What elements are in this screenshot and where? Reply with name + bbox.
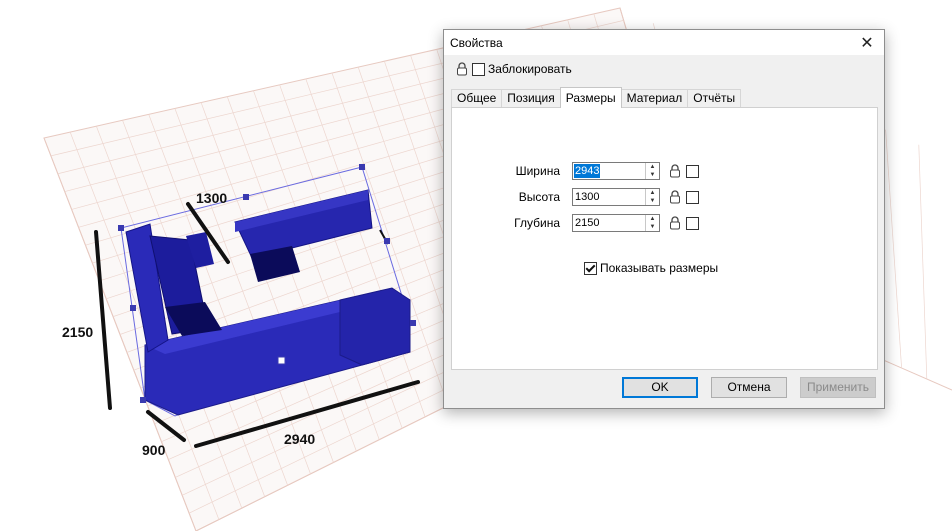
ok-button[interactable]: OK	[622, 377, 698, 398]
height-spin-arrows[interactable]: ▲ ▼	[645, 189, 659, 205]
show-dimensions-row: Показывать размеры	[584, 261, 718, 275]
cancel-button[interactable]: Отмена	[711, 377, 787, 398]
tab-material[interactable]: Материал	[620, 89, 689, 107]
lock-label: Заблокировать	[488, 62, 572, 76]
width-row: Ширина 2943 ▲ ▼	[512, 161, 699, 181]
lock-icon	[457, 62, 467, 76]
spin-up-icon[interactable]: ▲	[646, 189, 659, 197]
show-dimensions-checkbox[interactable]	[584, 261, 597, 275]
spin-up-icon[interactable]: ▲	[646, 215, 659, 223]
spin-down-icon[interactable]: ▼	[646, 197, 659, 205]
dimension-label-depth-top: 1300	[196, 190, 227, 206]
show-dimensions-label: Показывать размеры	[600, 261, 719, 275]
spin-up-icon[interactable]: ▲	[646, 163, 659, 171]
tab-dimensions[interactable]: Размеры	[559, 87, 622, 108]
lock-checkbox[interactable]	[472, 62, 485, 76]
depth-spinbox[interactable]: 2150 ▲ ▼	[572, 214, 660, 232]
lock-icon	[670, 190, 680, 204]
spin-down-icon[interactable]: ▼	[646, 171, 659, 179]
depth-spin-arrows[interactable]: ▲ ▼	[645, 215, 659, 231]
width-label: Ширина	[515, 164, 560, 178]
depth-label: Глубина	[514, 216, 560, 230]
lock-row: Заблокировать	[456, 61, 572, 77]
properties-dialog: Свойства ✕ Заблокировать Общее Позиция Р…	[443, 29, 885, 409]
dimension-label-height: 2150	[62, 324, 93, 340]
dimension-label-width: 2940	[284, 431, 315, 447]
grid-line	[885, 129, 902, 369]
width-value[interactable]: 2943	[574, 164, 601, 178]
dimensions-panel: Ширина 2943 ▲ ▼ Высота 1300 ▲ ▼ Глубина …	[451, 107, 878, 370]
height-value[interactable]: 1300	[574, 190, 600, 204]
grid-line	[918, 144, 928, 380]
tab-general[interactable]: Общее	[451, 89, 503, 107]
tab-reports[interactable]: Отчёты	[687, 89, 742, 107]
width-lock-checkbox[interactable]	[686, 164, 699, 178]
depth-row: Глубина 2150 ▲ ▼	[512, 213, 699, 233]
close-icon[interactable]: ✕	[850, 30, 884, 55]
width-spin-arrows[interactable]: ▲ ▼	[645, 163, 659, 179]
tab-position[interactable]: Позиция	[501, 89, 561, 107]
height-lock-checkbox[interactable]	[686, 190, 699, 204]
dialog-title: Свойства	[450, 36, 503, 50]
dialog-titlebar[interactable]: Свойства ✕	[444, 30, 884, 55]
depth-value[interactable]: 2150	[574, 216, 600, 230]
dimension-label-depth-bottom: 900	[142, 442, 166, 458]
width-spinbox[interactable]: 2943 ▲ ▼	[572, 162, 660, 180]
depth-lock-checkbox[interactable]	[686, 216, 699, 230]
apply-button[interactable]: Применить	[800, 377, 876, 398]
height-label: Высота	[518, 190, 560, 204]
lock-icon	[670, 216, 680, 230]
lock-icon	[670, 164, 680, 178]
height-spinbox[interactable]: 1300 ▲ ▼	[572, 188, 660, 206]
height-row: Высота 1300 ▲ ▼	[512, 187, 699, 207]
tab-strip: Общее Позиция Размеры Материал Отчёты	[451, 87, 742, 108]
spin-down-icon[interactable]: ▼	[646, 223, 659, 231]
